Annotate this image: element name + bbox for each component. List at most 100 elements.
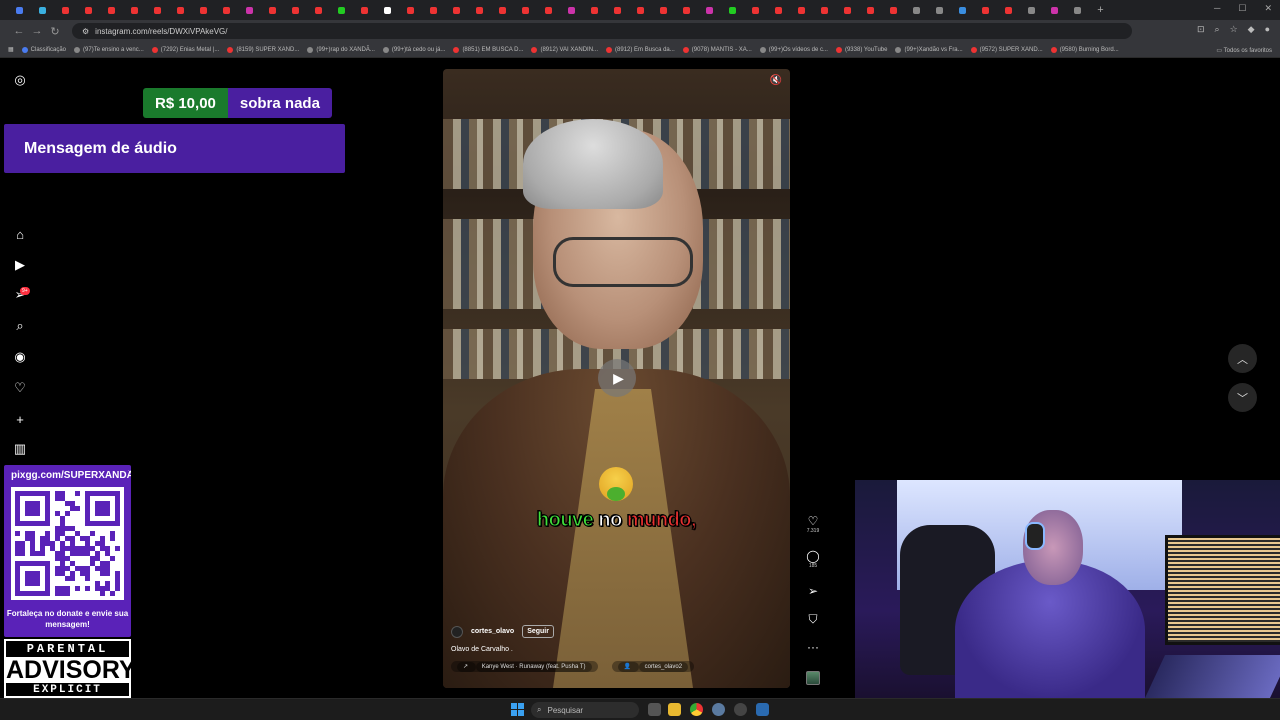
bookmark-item[interactable]: (8159) SUPER XAND... <box>227 46 299 53</box>
bookmark-item[interactable]: (8851) EM BUSCA D... <box>453 46 523 53</box>
url-field[interactable]: ⚙ instagram.com/reels/DWXiVPAkeVG/ <box>72 23 1132 39</box>
forward-icon[interactable]: → <box>28 25 46 37</box>
share-icon[interactable]: ➢ <box>803 584 823 598</box>
bookmark-item[interactable]: (8912) VAI XANDIN... <box>531 46 598 53</box>
more-action[interactable]: ··· <box>803 640 823 654</box>
explore-icon[interactable]: ◉ <box>12 349 28 365</box>
browser-tab[interactable] <box>583 0 606 20</box>
browser-tab[interactable] <box>767 0 790 20</box>
browser-tab[interactable] <box>353 0 376 20</box>
bookmark-item[interactable]: (99+)tá cedo ou já... <box>382 46 445 53</box>
task-view-icon[interactable] <box>648 703 661 716</box>
share-action[interactable]: ➢ <box>803 584 823 598</box>
browser-tab[interactable] <box>997 0 1020 20</box>
bookmark-item[interactable]: (97)Te ensino a venc... <box>74 46 144 53</box>
file-explorer-icon[interactable] <box>668 703 681 716</box>
new-tab-icon[interactable]: + <box>1089 0 1112 20</box>
browser-tab[interactable] <box>284 0 307 20</box>
browser-tab[interactable] <box>744 0 767 20</box>
bookmark-item[interactable]: (7292) Enias Metal |... <box>151 46 219 53</box>
browser-tab[interactable] <box>675 0 698 20</box>
browser-tab[interactable] <box>399 0 422 20</box>
more-icon[interactable]: ··· <box>803 640 823 654</box>
bookmark-item[interactable]: (9580) Burning Bord... <box>1050 46 1119 53</box>
bookmark-item[interactable]: (8912) Em Busca da... <box>606 46 675 53</box>
browser-tab[interactable] <box>698 0 721 20</box>
browser-tab[interactable] <box>790 0 813 20</box>
browser-tab[interactable] <box>1043 0 1066 20</box>
browser-tab[interactable] <box>330 0 353 20</box>
next-reel-button[interactable]: ﹀ <box>1228 383 1257 412</box>
audio-thumbnail[interactable] <box>806 671 820 685</box>
star-icon[interactable]: ☆ <box>1230 24 1238 35</box>
browser-tab[interactable] <box>238 0 261 20</box>
browser-tab[interactable] <box>721 0 744 20</box>
browser-tab[interactable] <box>974 0 997 20</box>
bookmark-item[interactable]: (99+)Os vídeos de c... <box>759 46 828 53</box>
save-action[interactable]: ⛉ <box>803 612 823 626</box>
notifications-heart-icon[interactable]: ♡ <box>12 380 28 396</box>
browser-tab[interactable] <box>307 0 330 20</box>
install-icon[interactable]: ⊡ <box>1197 24 1205 35</box>
browser-tab[interactable] <box>8 0 31 20</box>
bookmark-item[interactable]: (9078) MANTIS - XA... <box>682 46 752 53</box>
back-icon[interactable]: ← <box>10 25 28 37</box>
browser-tab[interactable] <box>491 0 514 20</box>
browser-tab[interactable] <box>1020 0 1043 20</box>
home-icon[interactable]: ⌂ <box>12 226 28 242</box>
browser-tab[interactable] <box>859 0 882 20</box>
browser-tab[interactable] <box>445 0 468 20</box>
previous-reel-button[interactable]: ︿ <box>1228 344 1257 373</box>
reels-icon[interactable]: ▶ <box>12 257 28 273</box>
browser-tab[interactable] <box>54 0 77 20</box>
browser-tab[interactable] <box>1066 0 1089 20</box>
browser-tab[interactable] <box>606 0 629 20</box>
extension-icon[interactable]: ◆ <box>1248 24 1255 35</box>
browser-tab[interactable] <box>123 0 146 20</box>
audio-user-tag[interactable]: 👤 cortes_olavo2 <box>611 661 695 672</box>
browser-tab[interactable] <box>560 0 583 20</box>
browser-tab[interactable] <box>468 0 491 20</box>
close-window-icon[interactable]: ✕ <box>1264 3 1272 14</box>
steam-icon[interactable] <box>756 703 769 716</box>
music-tag[interactable]: ↗ Kanye West · Runaway (feat. Pusha T) <box>451 661 598 672</box>
reload-icon[interactable]: ↻ <box>46 25 64 38</box>
bookmark-item[interactable]: (9338) YouTube <box>835 46 887 53</box>
chrome-icon[interactable] <box>690 703 703 716</box>
browser-tab[interactable] <box>514 0 537 20</box>
comment-action[interactable]: ◯ 185 <box>803 549 823 569</box>
browser-tab[interactable] <box>537 0 560 20</box>
browser-tab[interactable] <box>882 0 905 20</box>
site-info-icon[interactable]: ⚙ <box>82 27 89 36</box>
obs-icon[interactable] <box>734 703 747 716</box>
bookmark-item[interactable]: (99+)Xandão vs Fra... <box>895 46 963 53</box>
bookmark-item[interactable]: (99+)rap do XANDÃ... <box>307 46 375 53</box>
bookmark-item[interactable]: (9572) SUPER XAND... <box>970 46 1043 53</box>
taskbar-search[interactable]: ⌕ Pesquisar <box>531 702 639 718</box>
browser-tab[interactable] <box>652 0 675 20</box>
browser-tab[interactable] <box>100 0 123 20</box>
settings-icon[interactable] <box>712 703 725 716</box>
search-icon[interactable]: ⌕ <box>12 318 28 334</box>
heart-icon[interactable]: ♡ <box>803 514 823 528</box>
follow-button[interactable]: Seguir <box>522 625 554 638</box>
bookmark-icon[interactable]: ⛉ <box>803 612 823 626</box>
browser-tab[interactable] <box>77 0 100 20</box>
browser-tab[interactable] <box>928 0 951 20</box>
browser-tab[interactable] <box>813 0 836 20</box>
zoom-icon[interactable]: ⌕ <box>1215 24 1220 35</box>
minimize-icon[interactable]: ─ <box>1214 3 1220 14</box>
apps-icon[interactable]: ▦ <box>8 46 14 53</box>
browser-tab[interactable] <box>422 0 445 20</box>
create-icon[interactable]: + <box>12 411 28 427</box>
profile-icon[interactable]: ● <box>1265 24 1270 35</box>
instagram-logo-icon[interactable]: ◎ <box>12 72 28 88</box>
browser-tab[interactable] <box>169 0 192 20</box>
play-button[interactable]: ▶ <box>598 359 636 397</box>
browser-tab[interactable] <box>31 0 54 20</box>
author-name[interactable]: cortes_olavo <box>471 628 514 635</box>
start-menu-icon[interactable] <box>511 703 524 716</box>
mute-icon[interactable]: 🔇 <box>770 75 782 86</box>
browser-tab[interactable] <box>192 0 215 20</box>
reel-video[interactable]: 🔇 ▶ houve no mundo, cortes_olavo Seguir … <box>443 69 790 688</box>
